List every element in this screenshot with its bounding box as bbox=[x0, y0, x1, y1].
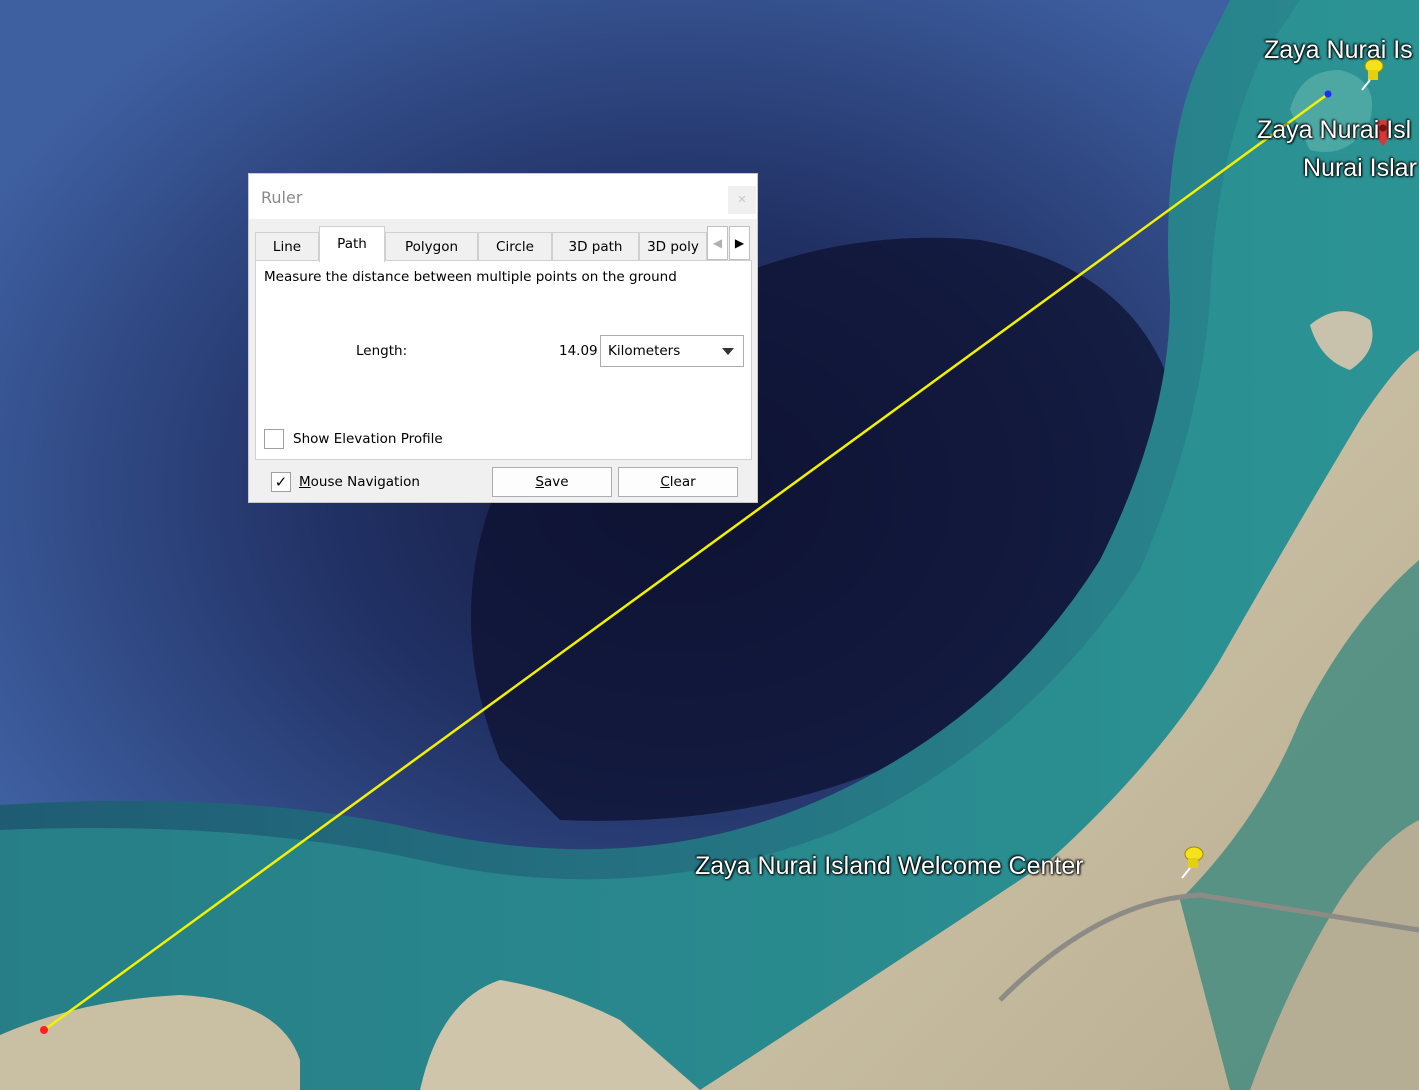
unit-select[interactable]: Kilometers bbox=[600, 335, 744, 367]
start-point[interactable] bbox=[40, 1026, 48, 1034]
tab-3d-polygon[interactable]: 3D poly bbox=[639, 232, 707, 260]
end-point[interactable] bbox=[1324, 90, 1332, 98]
show-elevation-label[interactable]: Show Elevation Profile bbox=[293, 431, 443, 447]
unit-select-value: Kilometers bbox=[608, 343, 681, 359]
tab-scroll-right-icon[interactable]: ▶ bbox=[729, 226, 750, 260]
mouse-navigation-checkbox[interactable]: ✓ bbox=[271, 472, 291, 492]
satellite-map[interactable] bbox=[0, 0, 1419, 1090]
clear-button[interactable]: Clear bbox=[618, 467, 738, 497]
tab-3d-path[interactable]: 3D path bbox=[552, 232, 639, 260]
length-label: Length: bbox=[356, 343, 408, 359]
chevron-down-icon bbox=[722, 348, 734, 355]
tab-panel-path: Measure the distance between multiple po… bbox=[255, 260, 752, 460]
close-icon[interactable]: ✕ bbox=[728, 186, 756, 214]
tab-scroll-left-icon[interactable]: ◀ bbox=[707, 226, 728, 260]
place-label-top[interactable]: Zaya Nurai Is bbox=[1264, 36, 1413, 65]
place-label-island[interactable]: Zaya Nurai Isl bbox=[1257, 116, 1411, 145]
measure-description: Measure the distance between multiple po… bbox=[264, 269, 677, 285]
place-label-island-sub[interactable]: Nurai Islar bbox=[1303, 154, 1417, 183]
length-value: 14.09 bbox=[559, 343, 598, 359]
ruler-dialog: Ruler ✕ Line Path Polygon Circle 3D path… bbox=[248, 173, 758, 503]
show-elevation-checkbox[interactable] bbox=[264, 429, 284, 449]
place-label-welcome-center[interactable]: Zaya Nurai Island Welcome Center bbox=[695, 852, 1084, 881]
mouse-navigation-label[interactable]: Mouse Navigation bbox=[299, 474, 420, 490]
dialog-title: Ruler bbox=[261, 188, 303, 207]
tab-circle[interactable]: Circle bbox=[478, 232, 552, 260]
save-button[interactable]: Save bbox=[492, 467, 612, 497]
tab-path[interactable]: Path bbox=[319, 226, 385, 262]
tab-polygon[interactable]: Polygon bbox=[385, 232, 478, 260]
tab-line[interactable]: Line bbox=[255, 232, 319, 260]
dialog-titlebar[interactable]: Ruler ✕ bbox=[249, 174, 757, 219]
